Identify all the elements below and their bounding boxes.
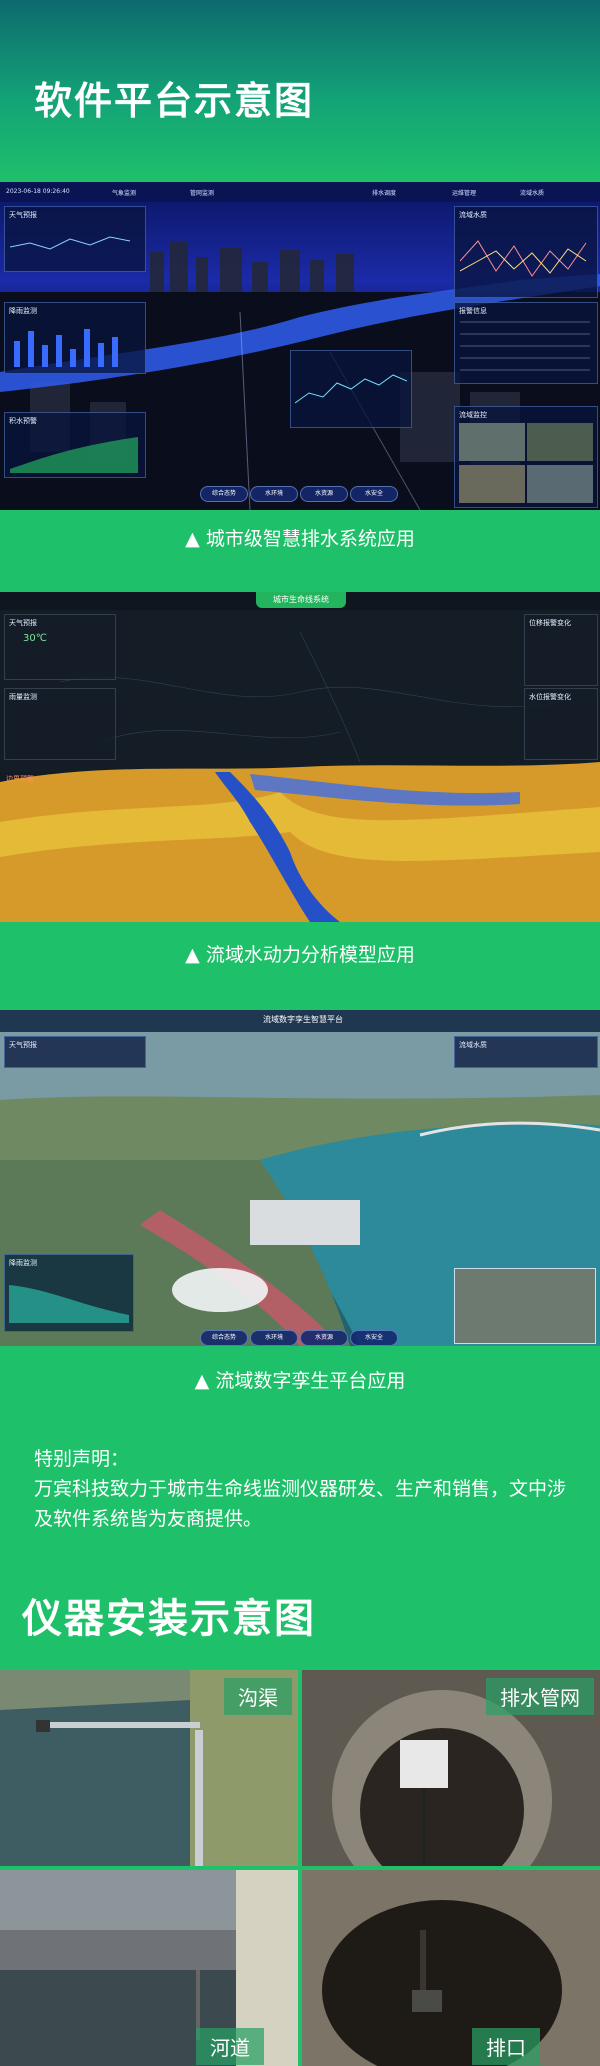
label-river: 河道 (196, 2028, 264, 2065)
notice-body: 万宾科技致力于城市生命线监测仪器研发、生产和销售，文中涉及软件系统皆为友商提供。 (34, 1478, 567, 1530)
twin-topbar-title: 流域数字孪生智慧平台 (263, 1015, 343, 1024)
screenshot-hydrodynamic-model: 城市生命线系统 天气预报 30℃ 雨量监测 位移报警变化 水位报警变化 边界预警 (0, 592, 600, 922)
forecast-panel-title: 积水预警 (9, 417, 37, 425)
twin-weather-title: 天气预报 (9, 1041, 37, 1049)
tab-environment[interactable]: 水环境 (250, 486, 298, 502)
video-thumb-3[interactable] (459, 465, 525, 503)
model-weather-title: 天气预报 (9, 619, 37, 627)
video-thumb-4[interactable] (527, 465, 593, 503)
twin-weather-panel: 天气预报 (4, 1036, 146, 1068)
video-thumb-2[interactable] (527, 423, 593, 461)
water-quality-panel: 流域水质 (454, 206, 598, 298)
model-level-panel: 位移报警变化 (524, 614, 598, 686)
alarm-panel: 报警信息 (454, 302, 598, 384)
nav-water-quality[interactable]: 流域水质 (520, 188, 544, 197)
water-quality-chart (460, 240, 587, 277)
video-thumb-1[interactable] (459, 423, 525, 461)
timestamp: 2023-06-18 09:26:40 (6, 188, 70, 195)
special-notice: 特别声明： 万宾科技致力于城市生命线监测仪器研发、生产和销售，文中涉及软件系统皆… (34, 1444, 574, 1534)
label-outlet: 排口 (472, 2028, 540, 2065)
temperature-value: 30℃ (23, 633, 47, 644)
page-title: 软件平台示意图 (34, 79, 315, 123)
install-section-title: 仪器安装示意图 (22, 1596, 316, 1642)
nav-weather[interactable]: 气象监测 (112, 188, 136, 197)
forecast-panel: 积水预警 (4, 412, 146, 478)
caption-hydrodynamic: ▲ 流域水动力分析模型应用 (185, 944, 415, 966)
alarm-panel-title: 报警信息 (459, 307, 487, 315)
nav-network[interactable]: 管网监测 (190, 188, 214, 197)
page-header: 软件平台示意图 (0, 0, 600, 182)
caption-digital-twin: ▲ 流域数字孪生平台应用 (194, 1370, 406, 1392)
popup-line-chart (295, 374, 407, 404)
weather-panel: 天气预报 (4, 206, 146, 272)
drainage-tabbar: 综合态势 水环境 水资源 水安全 (200, 486, 400, 502)
model-flow-title: 水位报警变化 (529, 693, 571, 701)
model-rain-title: 雨量监测 (9, 693, 37, 701)
install-photo-grid: 沟渠 排水管网 河道 排口 (0, 1670, 600, 2066)
twin-tab-environment[interactable]: 水环境 (250, 1330, 298, 1346)
forecast-area-chart (10, 437, 138, 473)
model-boundary-label: 边界预警 (6, 775, 34, 783)
outlet-scene (302, 1870, 600, 2066)
rain-panel: 降雨监测 (4, 302, 146, 374)
label-drain-network: 排水管网 (486, 1678, 594, 1715)
weather-chart (10, 236, 131, 250)
video-panel-title: 流域监控 (459, 411, 487, 419)
nav-ops[interactable]: 运维管理 (452, 188, 476, 197)
rain-panel-title: 降雨监测 (9, 307, 37, 315)
model-weather-panel: 天气预报 30℃ (4, 614, 116, 680)
twin-water-title: 流域水质 (459, 1041, 487, 1049)
twin-tab-safety[interactable]: 水安全 (350, 1330, 398, 1346)
video-panel: 流域监控 (454, 406, 598, 508)
notice-heading: 特别声明： (34, 1448, 130, 1470)
weather-panel-title: 天气预报 (9, 211, 37, 219)
label-ditch: 沟渠 (224, 1678, 292, 1715)
caption-drainage: ▲ 城市级智慧排水系统应用 (185, 528, 415, 550)
twin-water-panel: 流域水质 (454, 1036, 598, 1068)
photo-ditch: 沟渠 (0, 1670, 298, 1866)
twin-tab-resource[interactable]: 水资源 (300, 1330, 348, 1346)
twin-video-panel[interactable] (454, 1268, 596, 1344)
twin-rain-chart (9, 1285, 129, 1323)
photo-drain-network: 排水管网 (302, 1670, 600, 1866)
screenshot-digital-twin: 流域数字孪生智慧平台 天气预报 流域水质 降雨监测 综合态势 水环境 水资源 水… (0, 1010, 600, 1346)
tab-resource[interactable]: 水资源 (300, 486, 348, 502)
rain-bars (14, 329, 118, 367)
model-flow-panel: 水位报警变化 (524, 688, 598, 760)
tab-overview[interactable]: 综合态势 (200, 486, 248, 502)
photo-river: 河道 (0, 1870, 298, 2066)
twin-rain-panel: 降雨监测 (4, 1254, 134, 1332)
model-level-title: 位移报警变化 (529, 619, 571, 627)
screenshot-drainage-system: 2023-06-18 09:26:40 气象监测 管网监测 排水调度 运维管理 … (0, 182, 600, 510)
photo-outlet: 排口 (302, 1870, 600, 2066)
tab-safety[interactable]: 水安全 (350, 486, 398, 502)
twin-rain-title: 降雨监测 (9, 1259, 37, 1267)
drainage-topbar: 2023-06-18 09:26:40 气象监测 管网监测 排水调度 运维管理 … (0, 182, 600, 202)
water-quality-panel-title: 流域水质 (459, 211, 487, 219)
nav-dispatch[interactable]: 排水调度 (372, 188, 396, 197)
alarm-list (460, 321, 590, 377)
twin-tab-overview[interactable]: 综合态势 (200, 1330, 248, 1346)
model-topbar-title: 城市生命线系统 (256, 592, 346, 608)
model-rain-panel: 雨量监测 (4, 688, 116, 760)
twin-tabbar: 综合态势 水环境 水资源 水安全 (200, 1330, 400, 1346)
popup-chart (290, 350, 412, 428)
